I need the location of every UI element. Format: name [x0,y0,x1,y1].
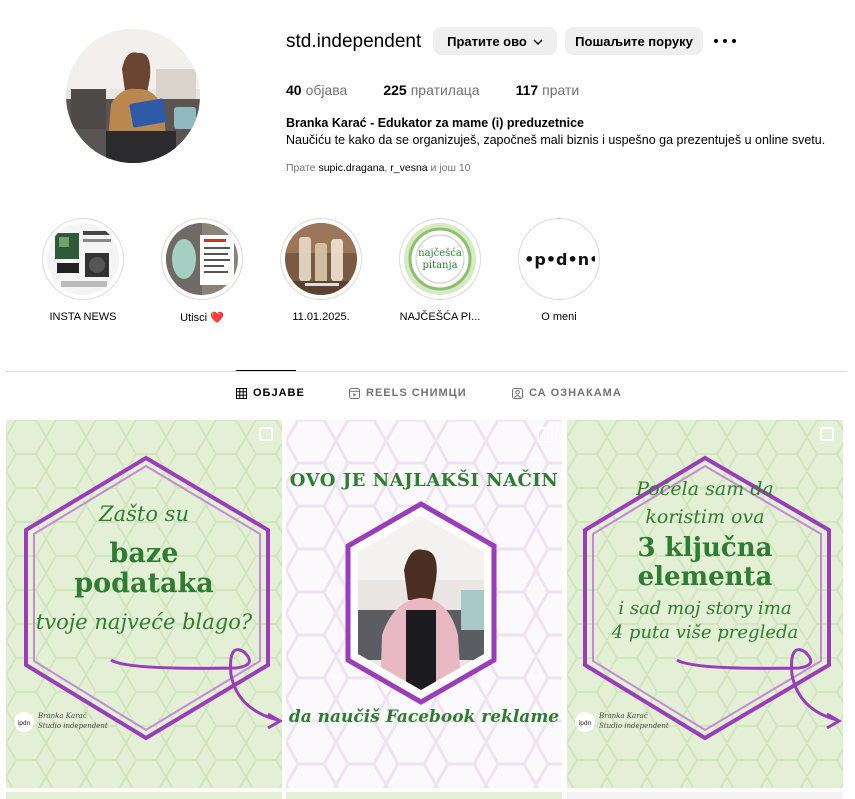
tab-reels-label: REELS СНИМЦИ [366,387,467,399]
faq-thumb-text-1: najčešća [418,248,462,259]
brand-logo-text: ipdn [17,720,30,727]
followers-count: 225 [383,82,407,98]
grid-icon [236,387,247,399]
highlight-insta-news[interactable]: INSTA NEWS [42,218,124,323]
active-tab-indicator [236,370,296,371]
post-brand-sub: Studio independent [599,722,669,730]
highlight-label: NAJČEŠĆA PI... [399,311,481,323]
post-text: da naučiš Facebook reklame [288,707,560,727]
more-options-icon[interactable] [714,33,736,49]
post-tile[interactable] [567,792,843,799]
followed-by-suffix: и још 10 [430,162,471,174]
highlight-label: O meni [541,311,577,323]
highlight-label: Utisci ❤️ [180,312,224,324]
followed-by-separator: , [384,162,388,174]
message-button-label: Пошаљите поруку [575,33,693,49]
post-text: tvoje najveće blago? [35,610,253,634]
posts-label: објава [305,82,348,98]
follow-button-label: Пратите ово [447,33,527,49]
follow-button[interactable]: Пратите ово [433,27,557,55]
tagged-icon [512,387,523,399]
followers-stat[interactable]: 225 пратилаца [383,82,479,98]
highlight-ring[interactable]: i•p•d•n• [518,218,600,300]
profile-bio: Naučiću te kako da se organizuješ, započ… [286,133,826,147]
following-count: 117 [515,82,539,98]
news-collage-thumb [47,223,119,295]
post-tile[interactable]: ipdn Počela sam da koristim ova 3 ključn… [567,420,843,788]
followers-label: пратилаца [410,82,480,98]
faq-thumb-text-2: pitanja [422,260,457,271]
highlight-ring[interactable] [280,218,362,300]
tab-tagged-label: СА ОЗНАКАМА [529,387,622,399]
tabs-divider [6,371,847,372]
highlight-o-meni[interactable]: i•p•d•n• O meni [518,218,600,323]
profile-stats: 40 објава 225 пратилаца 117 прати [286,82,615,98]
following-stat[interactable]: 117 прати [516,82,580,98]
post-brand-name: Branka Karać [38,712,87,720]
highlight-najcesca-pitanja[interactable]: najčešća pitanja NAJČEŠĆA PI... [399,218,481,323]
highlight-date[interactable]: 11.01.2025. [280,218,362,323]
post-text: i sad moj story ima [618,598,792,619]
faq-thumb: najčešća pitanja [404,223,476,295]
posts-count: 40 [286,82,302,98]
post-tile[interactable] [6,792,282,799]
profile-avatar[interactable] [66,29,200,163]
tab-tagged[interactable]: СА ОЗНАКАМА [512,387,622,399]
followed-by-user[interactable]: r_vesna [390,162,427,174]
post-tile[interactable] [286,792,562,799]
chevron-down-icon [533,34,543,49]
post-text: podataka [74,568,214,599]
ipdn-logo-text: i•p•d•n• [523,250,595,269]
highlight-ring[interactable] [161,218,243,300]
ipdn-logo-thumb: i•p•d•n• [523,223,595,295]
posts-stat: 40 објава [286,82,347,98]
tab-reels[interactable]: REELS СНИМЦИ [349,387,467,399]
post-text: koristim ova [645,506,765,528]
post-text: elementa [637,562,773,592]
tab-posts[interactable]: ОБЈАВЕ [236,387,305,399]
highlight-utisci[interactable]: Utisci ❤️ [161,218,243,324]
followed-by-user[interactable]: supic.dragana [318,162,384,174]
post-text: Zašto su [99,502,189,526]
highlight-label: INSTA NEWS [49,311,117,323]
profile-username: std.independent [286,31,422,52]
post-text: Počela sam da [636,478,774,500]
highlight-ring[interactable]: najčešća pitanja [399,218,481,300]
brand-logo-text: ipdn [578,720,591,727]
following-label: прати [542,82,580,98]
message-button[interactable]: Пошаљите поруку [565,27,703,55]
highlight-label: 11.01.2025. [292,311,350,323]
testimonials-thumb [166,223,238,295]
profile-full-name: Branka Karać - Edukator za mame (i) pred… [286,116,585,130]
post-tile[interactable]: OVO JE NAJLAKŠI NAČIN da naučiš Facebook… [286,420,562,788]
drinks-thumb [285,223,357,295]
tab-posts-label: ОБЈАВЕ [253,387,305,399]
post-brand-name: Branka Karać [599,712,648,720]
highlight-ring[interactable] [42,218,124,300]
post-text: 3 ključna [637,533,773,563]
reels-icon [349,387,360,399]
post-text: baze [109,538,179,569]
post-text: OVO JE NAJLAKŠI NAČIN [289,470,559,491]
post-brand-sub: Studio independent [38,722,108,730]
post-tile[interactable]: ipdn Zašto su baze podataka tvoje najveć… [6,420,282,788]
post-text: 4 puta više pregleda [611,622,799,643]
followed-by-prefix: Прате [286,162,316,174]
followed-by[interactable]: Прате supic.dragana, r_vesna и још 10 [286,162,471,174]
